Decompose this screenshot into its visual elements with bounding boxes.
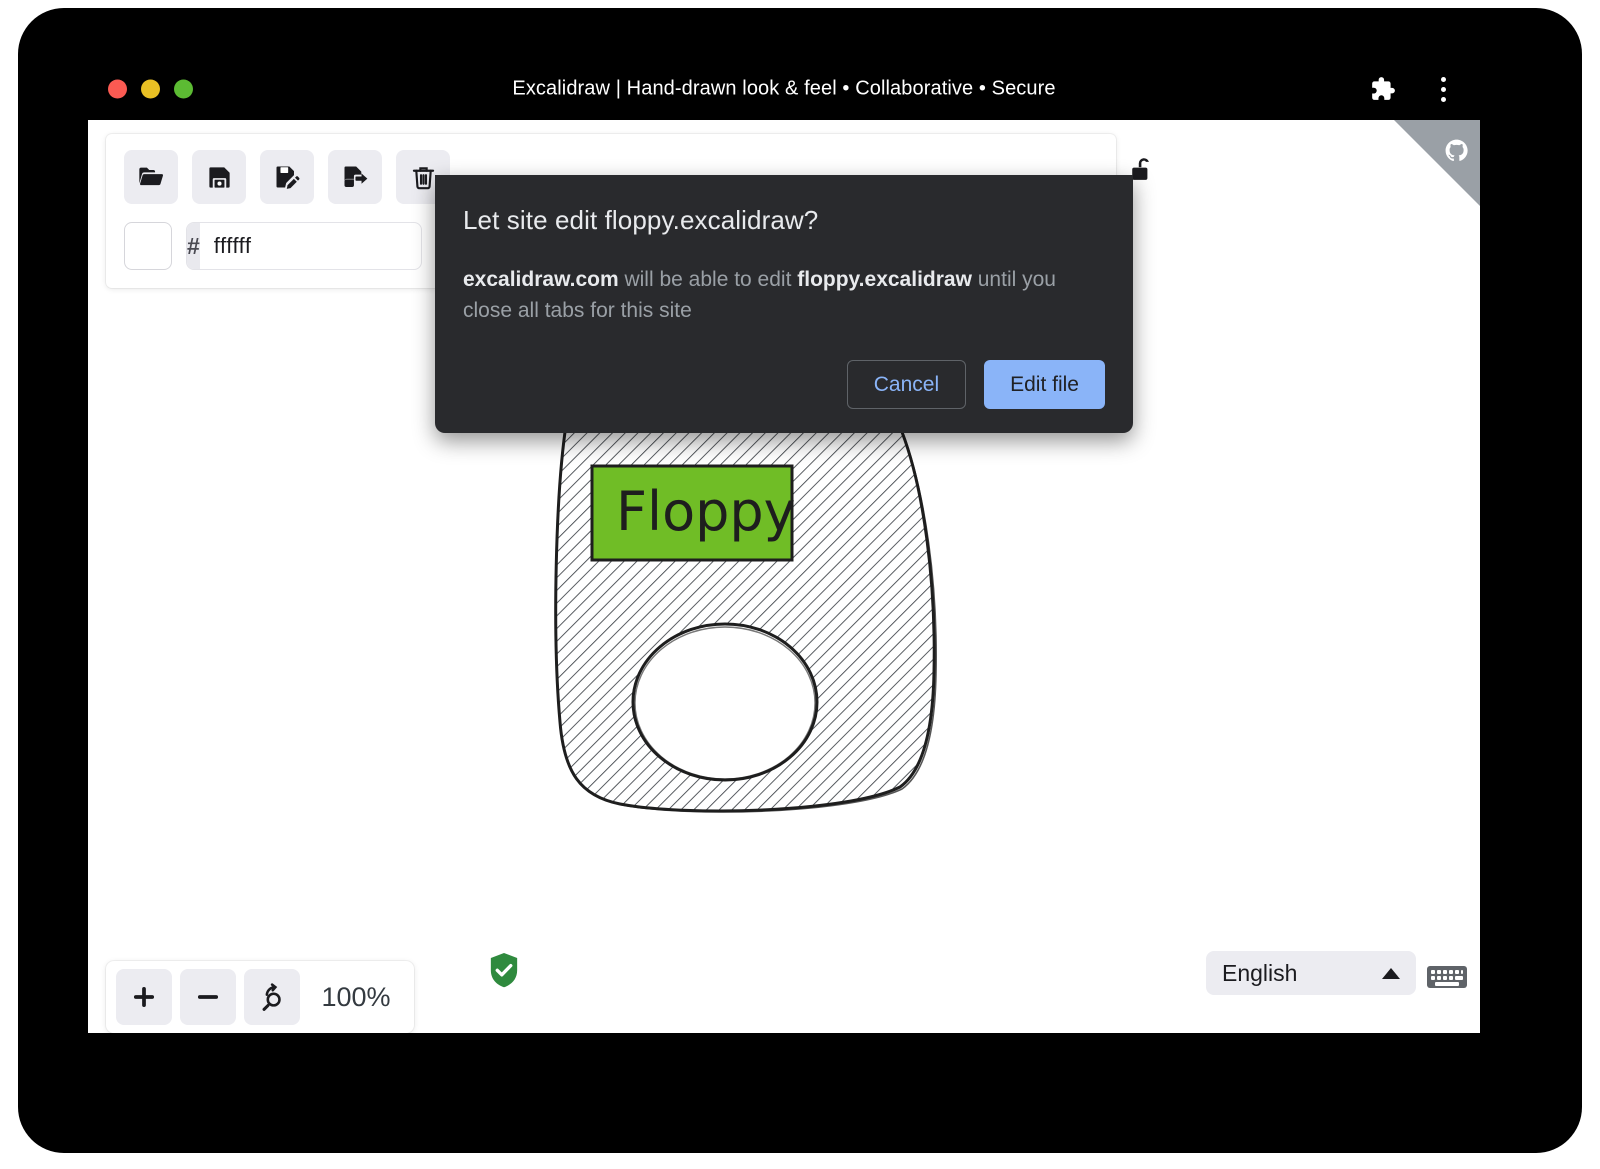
dialog-filename: floppy.excalidraw: [797, 268, 972, 291]
zoom-level-label[interactable]: 100%: [308, 982, 404, 1013]
browser-menu-icon[interactable]: [1428, 74, 1458, 104]
dialog-origin: excalidraw.com: [463, 268, 619, 291]
page-title: Excalidraw | Hand-drawn look & feel • Co…: [88, 78, 1480, 101]
close-window-button[interactable]: [108, 80, 127, 99]
chevron-up-icon: [1382, 968, 1400, 979]
folder-open-icon[interactable]: [124, 150, 178, 204]
extensions-icon[interactable]: [1368, 74, 1398, 104]
floppy-disk-sketch: Floppy: [520, 372, 1040, 832]
dialog-title: Let site edit floppy.excalidraw?: [463, 205, 1105, 236]
reset-zoom-icon[interactable]: [244, 969, 300, 1025]
window-controls: [108, 80, 193, 99]
shield-check-icon: [486, 951, 522, 989]
edit-file-button[interactable]: Edit file: [984, 360, 1105, 409]
hex-color-field[interactable]: #: [186, 222, 422, 270]
sketch-label-text: Floppy: [616, 480, 796, 543]
language-select[interactable]: English: [1206, 951, 1416, 995]
dialog-actions: Cancel Edit file: [463, 360, 1105, 409]
browser-window: Excalidraw | Hand-drawn look & feel • Co…: [88, 58, 1480, 1033]
zoom-in-button[interactable]: [116, 969, 172, 1025]
footer-right-controls: English: [1206, 951, 1416, 995]
cancel-button[interactable]: Cancel: [847, 360, 966, 409]
zoom-out-button[interactable]: [180, 969, 236, 1025]
browser-title-bar: Excalidraw | Hand-drawn look & feel • Co…: [88, 58, 1480, 120]
dialog-body: excalidraw.com will be able to edit flop…: [463, 264, 1103, 326]
hex-color-input[interactable]: [200, 223, 422, 269]
save-as-icon[interactable]: [260, 150, 314, 204]
dialog-body-mid: will be able to edit: [619, 268, 798, 291]
zoom-controls: 100%: [106, 961, 414, 1033]
color-swatch[interactable]: [124, 222, 172, 270]
screenshot-root: Excalidraw | Hand-drawn look & feel • Co…: [0, 0, 1600, 1169]
browser-viewport: Floppy: [88, 120, 1480, 1033]
maximize-window-button[interactable]: [174, 80, 193, 99]
keyboard-icon[interactable]: [1426, 961, 1468, 993]
language-select-label: English: [1222, 960, 1297, 987]
github-corner-icon[interactable]: [1394, 120, 1480, 206]
minimize-window-button[interactable]: [141, 80, 160, 99]
export-file-icon[interactable]: [328, 150, 382, 204]
save-icon[interactable]: [192, 150, 246, 204]
titlebar-actions: [1368, 74, 1458, 104]
hash-prefix-label: #: [187, 223, 200, 269]
file-permission-dialog: Let site edit floppy.excalidraw? excalid…: [435, 175, 1133, 433]
